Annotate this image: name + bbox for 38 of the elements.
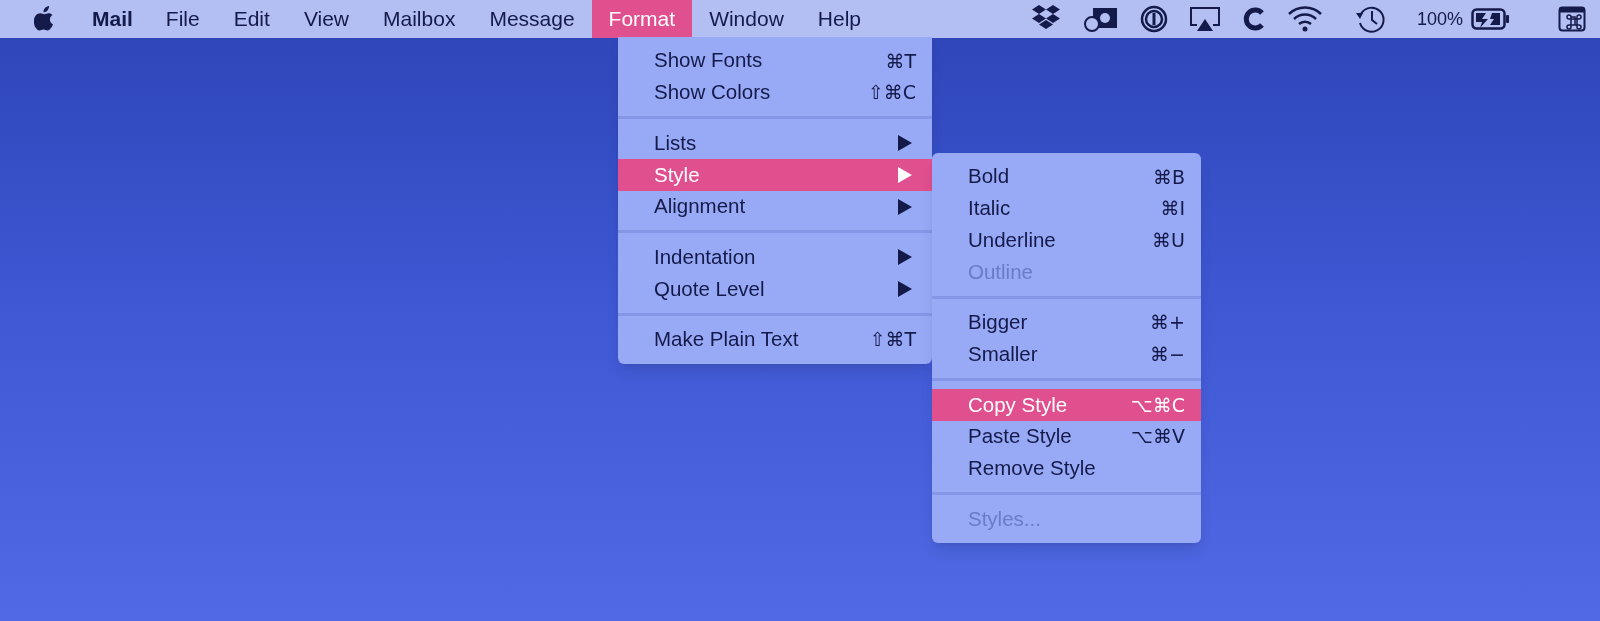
menu-item[interactable]: Bigger ⌘+ [932,306,1201,339]
window-command-icon[interactable] [1558,5,1586,33]
menu-item[interactable]: Indentation [618,241,932,274]
menu-bar-item[interactable]: Format [591,0,693,38]
submenu-arrow-icon [898,166,912,183]
menu-item[interactable]: Quote Level [618,273,932,305]
menu-item[interactable]: Smaller ⌘− [932,338,1201,371]
menu-item[interactable]: Show Colors ⇧⌘C [618,76,932,109]
menu-bar-item[interactable]: Edit [216,0,287,38]
menu-bar-item[interactable]: Mailbox [366,0,473,38]
menu-item[interactable]: Copy Style ⌥⌘C [932,389,1201,421]
clock-history-icon[interactable] [1353,4,1386,34]
wifi-icon[interactable] [1286,5,1323,33]
menu-bar-item[interactable]: View [286,0,366,38]
submenu-arrow-icon [898,249,912,266]
app-menu[interactable]: Mail [76,3,149,35]
submenu-arrow-icon [898,198,912,215]
menu-item[interactable]: Lists [618,127,932,160]
battery-charging-icon[interactable] [1471,7,1511,31]
letter-c-icon[interactable] [1241,6,1266,32]
menu-item[interactable]: Alignment [618,190,932,223]
menu-item[interactable]: Remove Style [932,452,1201,485]
menu-item[interactable]: Style [618,159,932,191]
submenu-arrow-icon [898,280,912,297]
menu-item[interactable]: Bold ⌘B [932,161,1201,193]
airplay-icon[interactable] [1188,5,1221,33]
apple-logo-icon[interactable] [34,6,56,32]
menu-bar-item[interactable]: File [148,0,217,38]
menu-item[interactable]: Italic ⌘I [932,192,1201,225]
menu-bar-item[interactable]: Help [800,0,879,38]
menu-item[interactable]: Paste Style ⌥⌘V [932,420,1201,453]
menu-bar-item[interactable]: Window [692,0,801,38]
menu-bar-item[interactable]: Message [472,0,592,38]
menu-item[interactable]: Show Fonts ⌘T [618,45,932,77]
menu-item[interactable]: Underline ⌘U [932,224,1201,257]
submenu-arrow-icon [898,135,912,152]
menu-item[interactable]: Make Plain Text ⇧⌘T [618,323,932,356]
battery-percentage: 100% [1416,7,1463,31]
